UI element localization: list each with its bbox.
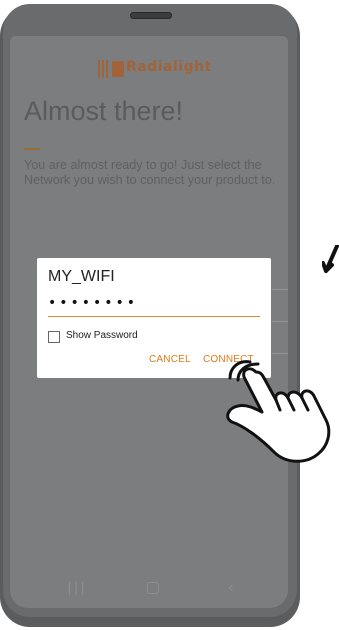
accent-divider: [24, 148, 40, 150]
password-underline: [48, 316, 260, 317]
speaker-grille: [130, 12, 172, 19]
list-divider: [272, 289, 288, 290]
brand-logo: Radialight: [96, 57, 216, 83]
list-divider: [272, 321, 288, 322]
home-icon[interactable]: [147, 582, 159, 594]
password-input[interactable]: ••••••••: [48, 295, 138, 311]
system-nav-bar: ||| ‹: [10, 568, 288, 608]
show-password-checkbox[interactable]: [48, 331, 60, 343]
recent-apps-icon[interactable]: |||: [67, 580, 87, 596]
arrow-icon: [322, 245, 339, 273]
cancel-button[interactable]: CANCEL: [149, 354, 191, 365]
list-divider: [272, 353, 288, 354]
pointing-hand-icon: [226, 360, 331, 463]
logo-text: Radialight: [126, 59, 212, 75]
logo-mark-icon: [98, 60, 124, 78]
back-icon[interactable]: ‹: [228, 580, 234, 596]
network-name: MY_WIFI: [48, 268, 115, 285]
show-password-label[interactable]: Show Password: [66, 330, 138, 341]
instructions-text: You are almost ready to go! Just select …: [24, 158, 276, 187]
page-title: Almost there!: [24, 96, 184, 126]
